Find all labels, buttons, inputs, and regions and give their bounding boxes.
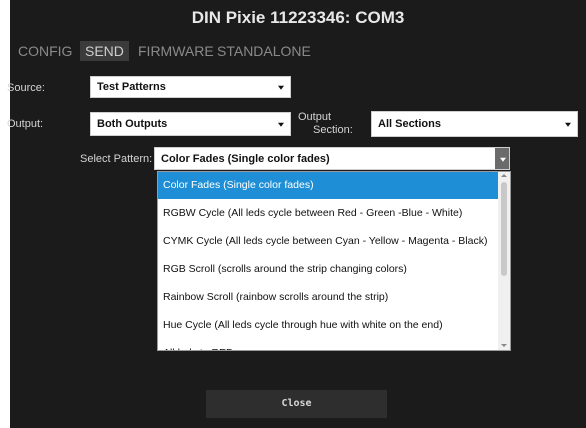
scroll-up-icon[interactable] <box>501 174 507 177</box>
output-section-label-line1: Output <box>298 111 332 123</box>
app-window: DIN Pixie 11223346: COM3 CONFIG SEND FIR… <box>7 0 586 428</box>
output-section-value: All Sections <box>378 118 441 130</box>
scroll-down-icon[interactable] <box>501 344 507 347</box>
output-select[interactable]: Both Outputs <box>90 112 291 136</box>
chevron-down-icon <box>278 122 284 127</box>
tab-send[interactable]: SEND <box>80 41 129 61</box>
window-title: DIN Pixie 11223346: COM3 <box>191 8 405 27</box>
list-item[interactable]: All leds to RED <box>158 340 498 350</box>
output-value: Both Outputs <box>97 118 168 130</box>
pattern-select[interactable]: Color Fades (Single color fades) <box>154 147 510 170</box>
dropdown-scrollbar[interactable] <box>498 172 510 350</box>
output-section-label-line2: Section: <box>313 124 353 136</box>
output-section-select[interactable]: All Sections <box>371 111 578 137</box>
select-pattern-label: Select Pattern: <box>80 153 153 165</box>
tab-firmware[interactable]: FIRMWARE <box>138 43 214 59</box>
pattern-value: Color Fades (Single color fades) <box>161 152 330 165</box>
chevron-down-icon <box>500 157 506 162</box>
list-item[interactable]: RGB Scroll (scrolls around the strip cha… <box>158 256 498 283</box>
output-label: Output: <box>7 118 44 130</box>
source-select[interactable]: Test Patterns <box>90 76 291 98</box>
chevron-down-icon <box>278 85 284 90</box>
scroll-thumb[interactable] <box>501 182 507 276</box>
list-item[interactable]: Rainbow Scroll (rainbow scrolls around t… <box>158 284 498 311</box>
dropdown-button[interactable] <box>495 148 509 169</box>
list-item[interactable]: RGBW Cycle (All leds cycle between Red -… <box>158 200 498 227</box>
list-item[interactable]: CYMK Cycle (All leds cycle between Cyan … <box>158 228 498 255</box>
source-label: Source: <box>7 82 45 94</box>
pattern-dropdown-list[interactable]: Color Fades (Single color fades) RGBW Cy… <box>157 171 511 351</box>
list-item[interactable]: Color Fades (Single color fades) <box>158 172 498 199</box>
list-item[interactable]: Hue Cycle (All leds cycle through hue wi… <box>158 312 498 339</box>
tab-standalone[interactable]: STANDALONE <box>217 43 311 59</box>
source-value: Test Patterns <box>97 81 166 93</box>
tab-config[interactable]: CONFIG <box>18 43 72 59</box>
close-button[interactable]: Close <box>206 390 387 418</box>
chevron-down-icon <box>565 122 571 127</box>
